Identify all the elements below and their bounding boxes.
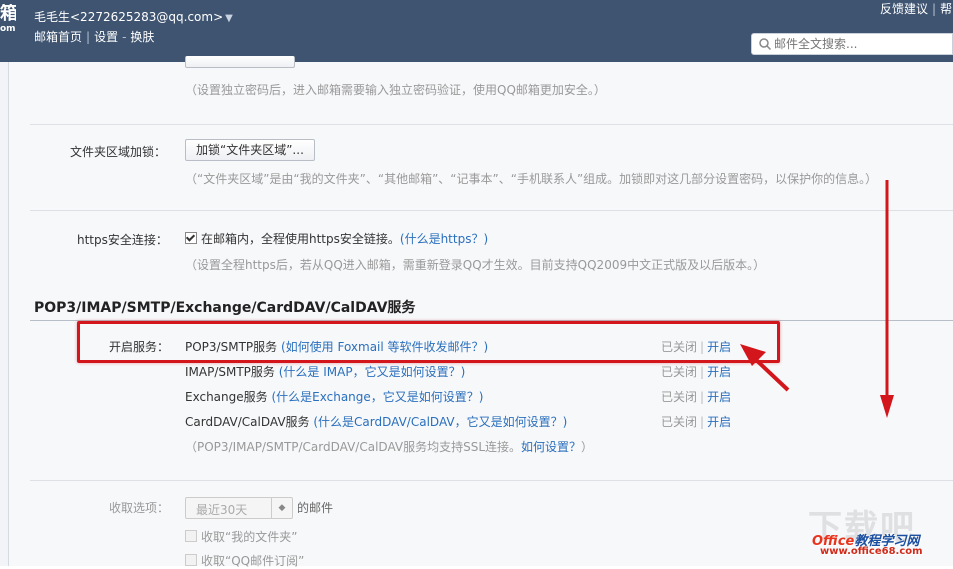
service-imap-smtp: IMAP/SMTP服务 (什么是 IMAP，它又是如何设置？) xyxy=(185,363,465,380)
enable-carddav-link[interactable]: 开启 xyxy=(707,415,731,429)
ssl-note-text: （POP3/IMAP/SMTP/CardDAV/CalDAV服务均支持SSL连接… xyxy=(185,440,522,454)
nav-skin[interactable]: 换肤 xyxy=(130,30,154,44)
https-label: https安全连接： xyxy=(77,233,168,247)
service-carddav-caldav: CardDAV/CalDAV服务 (什么是CardDAV/CalDAV，它又是如… xyxy=(185,413,567,430)
status-separator: | xyxy=(700,415,705,429)
service-name: Exchange服务 xyxy=(185,390,268,404)
https-hint: （设置全程https后，若从QQ进入邮箱，需重新登录QQ才生效。目前支持QQ20… xyxy=(185,258,766,272)
search-input[interactable] xyxy=(774,36,950,52)
nav-separator: | xyxy=(86,30,91,44)
service-status: 已关闭 | 开启 xyxy=(661,363,731,380)
divider xyxy=(30,210,953,211)
status-off: 已关闭 xyxy=(661,415,698,429)
receive-subscription-checkbox[interactable] xyxy=(185,554,197,566)
annotation-highlight-box xyxy=(77,321,780,363)
https-text: 在邮箱内，全程使用https安全链接。 xyxy=(201,232,400,246)
status-off: 已关闭 xyxy=(661,365,698,379)
top-link-separator: | xyxy=(932,2,937,16)
nav-settings[interactable]: 设置 xyxy=(94,30,118,44)
folder-lock-hint: （“文件夹区域”是由“我的文件夹”、“其他邮箱”、“记事本”、“手机联系人”组成… xyxy=(185,172,878,186)
folder-lock-button[interactable]: 加锁“文件夹区域”... xyxy=(185,139,315,161)
enable-exchange-link[interactable]: 开启 xyxy=(707,390,731,404)
help-link[interactable]: 帮 xyxy=(940,2,952,16)
nav-separator: - xyxy=(122,30,127,44)
service-exchange: Exchange服务 (什么是Exchange，它又是如何设置？) xyxy=(185,388,483,405)
password-hint: （设置独立密码后，进入邮箱需要输入独立密码验证，使用QQ邮箱更加安全。） xyxy=(185,83,606,97)
receive-suffix: 的邮件 xyxy=(297,501,334,515)
enable-imap-link[interactable]: 开启 xyxy=(707,365,731,379)
https-option: 在邮箱内，全程使用https安全链接。(什么是https？) xyxy=(201,230,488,247)
watermark-url: www.office68.com xyxy=(820,546,923,557)
receive-subscription-label: 收取“QQ邮件订阅” xyxy=(201,554,305,568)
service-status: 已关闭 | 开启 xyxy=(661,388,731,405)
https-checkbox[interactable] xyxy=(185,232,197,244)
receive-range-value: 最近30天 xyxy=(196,503,248,517)
logo-char: 箱 xyxy=(0,4,16,24)
ssl-help-link[interactable]: 如何设置？ xyxy=(521,440,581,454)
status-separator: | xyxy=(700,365,705,379)
header-nav: 邮箱首页 | 设置 - 换肤 xyxy=(34,28,154,45)
set-password-button[interactable] xyxy=(185,56,295,68)
search-box[interactable] xyxy=(751,33,953,55)
receive-my-folder-checkbox[interactable] xyxy=(185,530,197,542)
divider xyxy=(30,480,953,481)
chevron-down-icon: ◆ xyxy=(271,498,292,518)
service-name: CardDAV/CalDAV服务 xyxy=(185,415,310,429)
nav-mail-home[interactable]: 邮箱首页 xyxy=(34,30,82,44)
watermark: Office教程学习网 www.office68.com xyxy=(812,530,923,557)
top-header: 箱 om 毛毛生<2272625283@qq.com> ▼ 邮箱首页 | 设置 - 换肤 反… xyxy=(0,0,953,62)
top-links: 反馈建议 | 帮 xyxy=(880,0,952,17)
status-separator: | xyxy=(700,390,705,404)
user-email: 毛毛生<2272625283@qq.com> xyxy=(34,10,224,24)
feedback-link[interactable]: 反馈建议 xyxy=(880,2,928,16)
receive-range-select[interactable]: 最近30天 ◆ xyxy=(185,497,293,519)
logo-sub: om xyxy=(0,24,16,34)
ssl-note-end: ） xyxy=(581,440,594,454)
service-help-link[interactable]: (什么是CardDAV/CalDAV，它又是如何设置？) xyxy=(313,415,567,429)
mail-logo[interactable]: 箱 om xyxy=(0,4,16,35)
user-account[interactable]: 毛毛生<2272625283@qq.com> ▼ xyxy=(34,8,233,25)
receive-my-folder-label: 收取“我的文件夹” xyxy=(201,530,298,544)
service-help-link[interactable]: (什么是 IMAP，它又是如何设置？) xyxy=(279,365,466,379)
ssl-note: （POP3/IMAP/SMTP/CardDAV/CalDAV服务均支持SSL连接… xyxy=(185,438,593,455)
service-help-link[interactable]: (什么是Exchange，它又是如何设置？) xyxy=(271,390,483,404)
status-off: 已关闭 xyxy=(661,390,698,404)
services-section-title: POP3/IMAP/SMTP/Exchange/CardDAV/CalDAV服务 xyxy=(34,300,416,316)
search-icon xyxy=(759,38,772,51)
https-help-link[interactable]: (什么是https？) xyxy=(400,232,488,246)
folder-lock-label: 文件夹区域加锁： xyxy=(70,145,167,159)
divider xyxy=(30,124,953,125)
service-name: IMAP/SMTP服务 xyxy=(185,365,275,379)
chevron-down-icon[interactable]: ▼ xyxy=(225,13,233,24)
receive-options-label: 收取选项： xyxy=(109,501,170,515)
left-rail xyxy=(0,62,9,566)
service-status: 已关闭 | 开启 xyxy=(661,413,731,430)
